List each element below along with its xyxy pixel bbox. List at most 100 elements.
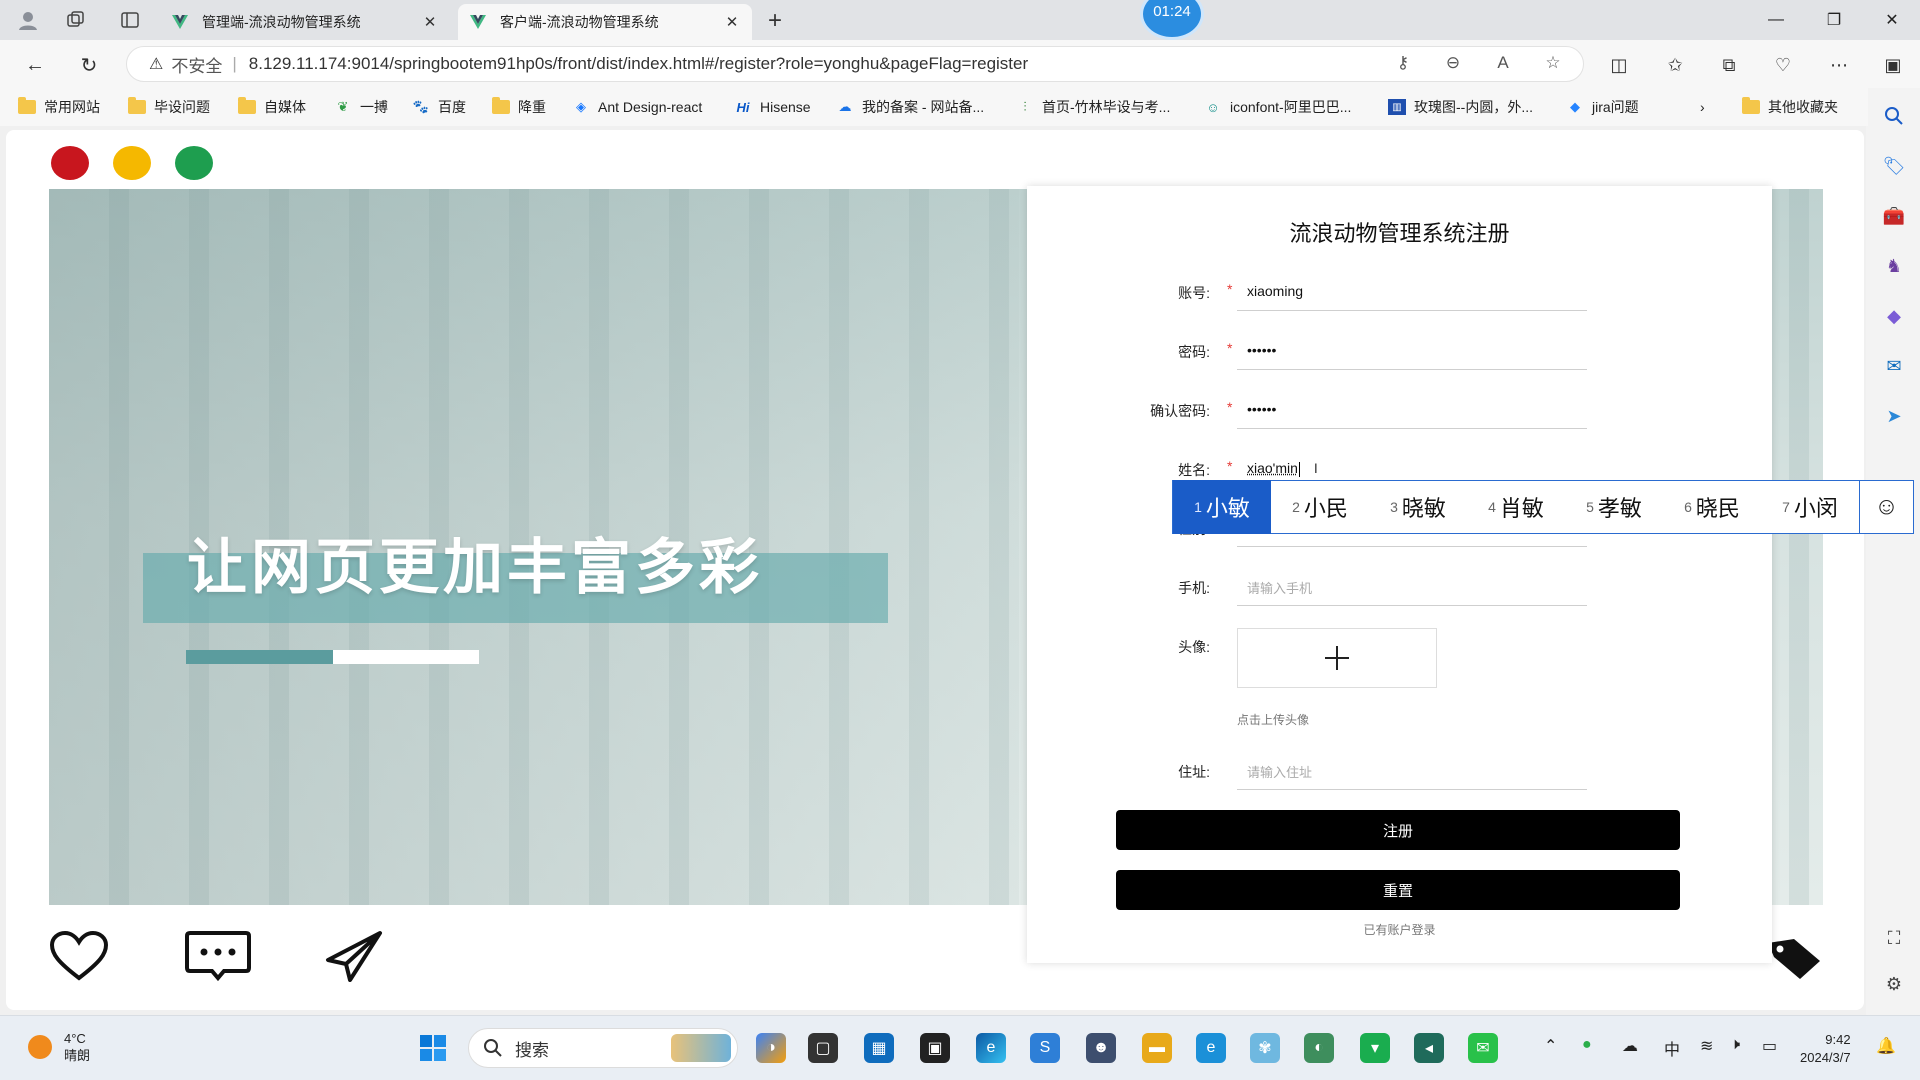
outlook-icon[interactable]: ✉ [1882,354,1906,378]
collections-icon[interactable]: ⧉ [1712,48,1746,82]
browser-essentials-icon[interactable]: ♡ [1766,48,1800,82]
close-icon[interactable]: ✕ [722,13,742,31]
wifi-icon[interactable]: ≋ [1700,1036,1713,1056]
taskbar-clock[interactable]: 9:42 2024/3/7 [1800,1031,1851,1067]
globe-app-icon[interactable]: ◐ [1304,1033,1334,1063]
edge-sidebar: 🏷 🧰 ♞ ◆ ✉ ➤ ⛶ ⚙ [1868,88,1920,1015]
avatar-upload-button[interactable] [1237,628,1437,688]
bookmark-item[interactable]: ☁ 我的备案 - 网站备... [836,96,985,118]
windows-start-icon[interactable] [418,1033,448,1063]
notification-bell-icon[interactable]: 🔔 [1876,1036,1896,1056]
minimize-button[interactable]: — [1748,0,1804,40]
address-input[interactable]: 请输入住址 [1237,750,1587,790]
bookmark-item[interactable]: ⫶ 首页-竹林毕设与考... [1016,96,1170,118]
user-app-icon[interactable]: ☻ [1086,1033,1116,1063]
taskbar: 4°C 晴朗 搜索 ◑ ▢ ▦ ▣ e S ☻ ▬ e ✾ ◐ ▾ ◂ ✉ ⌃ … [0,1015,1920,1080]
volume-mute-icon[interactable]: 🕨 [1730,1036,1740,1054]
tab-admin[interactable]: 管理端-流浪动物管理系统 ✕ [160,4,450,40]
wechat-icon[interactable]: ✉ [1468,1033,1498,1063]
key-icon[interactable]: ⚷ [1388,48,1418,78]
teal-app-icon[interactable]: ◂ [1414,1033,1444,1063]
taskbar-search[interactable]: 搜索 [468,1028,738,1068]
reset-button[interactable]: 重置 [1116,870,1680,910]
onedrive-icon[interactable]: ☁ [1622,1036,1638,1056]
tray-chevron-icon[interactable]: ⌃ [1544,1036,1557,1056]
close-icon[interactable]: ✕ [420,13,440,31]
bookmark-item[interactable]: ◈ Ant Design-react [572,96,702,118]
bookmark-item[interactable]: ❦ 一搏 [334,96,388,118]
hero-progress-fill [186,650,333,664]
emoji-icon[interactable]: ☺ [1859,481,1913,533]
bookmark-item[interactable]: ◆ jira问题 [1566,96,1639,118]
tray-wechat-icon[interactable]: ● [1582,1036,1592,1054]
send-icon[interactable]: ➤ [1882,404,1906,428]
read-aloud-icon[interactable]: A [1488,48,1518,78]
battery-icon[interactable]: ▭ [1762,1036,1777,1056]
edge-legacy-icon[interactable]: e [1196,1033,1226,1063]
heart-icon[interactable] [48,930,110,987]
workspaces-icon[interactable] [60,4,92,36]
search-icon[interactable] [1882,104,1906,128]
ime-mode-indicator[interactable]: 中 [1664,1036,1680,1060]
refresh-button[interactable]: ↻ [72,48,106,82]
file-explorer-icon[interactable]: ▬ [1142,1033,1172,1063]
bookmark-item[interactable]: 常用网站 [18,96,100,118]
favorites-icon[interactable]: ✩ [1658,48,1692,82]
bookmark-item[interactable]: 毕设问题 [128,96,210,118]
copilot-app-icon[interactable]: ◑ [756,1033,786,1063]
ime-candidate[interactable]: 1 小敏 [1173,480,1271,534]
green-app-icon[interactable]: ▾ [1360,1033,1390,1063]
new-tab-button[interactable]: + [760,6,790,36]
bookmark-item[interactable]: 其他收藏夹 [1742,96,1838,118]
ime-candidate[interactable]: 6 晓民 [1663,480,1761,534]
task-view-icon[interactable]: ▢ [808,1033,838,1063]
tools-icon[interactable]: 🧰 [1882,204,1906,228]
more-menu-icon[interactable]: ⋯ [1822,48,1856,82]
pinwheel-app-icon[interactable]: ✾ [1250,1033,1280,1063]
close-window-button[interactable]: ✕ [1864,0,1920,40]
shopping-tag-icon[interactable]: 🏷 [1882,154,1906,178]
ime-candidate[interactable]: 5 孝敏 [1565,480,1663,534]
sidebar-toggle-icon[interactable]: ▣ [1876,48,1910,82]
url-text: 8.129.11.174:9014/springbootem91hp0s/fro… [248,54,1029,73]
media-icon[interactable]: ▣ [920,1033,950,1063]
bookmark-item[interactable]: ☺ iconfont-阿里巴巴... [1204,96,1351,118]
split-screen-icon[interactable]: ◫ [1602,48,1636,82]
bookmark-item[interactable]: Hi Hisense [734,96,811,118]
tab-actions-icon[interactable] [114,4,146,36]
settings-gear-icon[interactable]: ⚙ [1882,972,1906,996]
ime-candidate[interactable]: 7 小闵 [1761,480,1859,534]
back-button[interactable]: ← [18,48,52,82]
comment-icon[interactable] [184,930,252,987]
bookmark-item[interactable]: 🐾 百度 [412,96,466,118]
store-icon[interactable]: ▦ [864,1033,894,1063]
bookmark-item[interactable]: ▥ 玫瑰图--内圆，外... [1388,96,1533,118]
restore-button[interactable]: ❐ [1806,0,1862,40]
bookmark-item[interactable]: 降重 [492,96,546,118]
bookmarks-overflow-chevron-icon[interactable]: › [1700,96,1705,118]
confirm-password-input[interactable]: •••••• [1237,389,1587,429]
tab-client[interactable]: 客户端-流浪动物管理系统 ✕ [458,4,752,40]
favorite-star-icon[interactable]: ☆ [1538,48,1568,78]
url-field[interactable]: ⚠ 不安全 | 8.129.11.174:9014/springbootem91… [126,46,1584,82]
zoom-icon[interactable]: ⊖ [1438,48,1468,78]
profile-icon[interactable] [12,4,44,36]
tags-icon[interactable] [1764,935,1824,986]
register-button[interactable]: 注册 [1116,810,1680,850]
dot-green [175,146,213,180]
ime-candidate[interactable]: 2 小民 [1271,480,1369,534]
ime-candidate[interactable]: 3 晓敏 [1369,480,1467,534]
login-link[interactable]: 已有账户登录 [1027,921,1772,938]
account-input[interactable]: xiaoming [1237,271,1587,311]
screenshot-icon[interactable]: ⛶ [1882,926,1906,950]
chat-app-icon[interactable]: S [1030,1033,1060,1063]
copilot-icon[interactable]: ◆ [1882,304,1906,328]
games-icon[interactable]: ♞ [1882,254,1906,278]
weather-widget[interactable]: 4°C 晴朗 [28,1030,90,1064]
ime-candidate[interactable]: 4 肖敏 [1467,480,1565,534]
share-send-icon[interactable] [324,930,384,987]
edge-icon[interactable]: e [976,1033,1006,1063]
password-input[interactable]: •••••• [1237,330,1587,370]
phone-input[interactable]: 请输入手机 [1237,566,1587,606]
bookmark-item[interactable]: 自媒体 [238,96,306,118]
